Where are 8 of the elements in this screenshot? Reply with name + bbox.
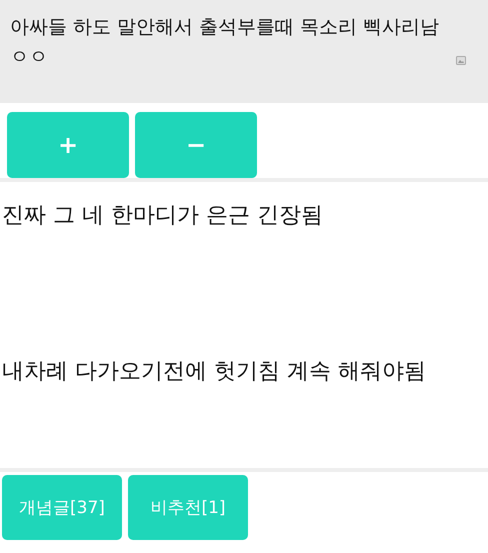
- upvote-button[interactable]: +: [7, 112, 129, 178]
- post-title: 아싸들 하도 말안해서 출석부를때 목소리 삑사리남 ㅇㅇ: [10, 15, 440, 70]
- body-text: 내차례 다가오기전에 헛기침 계속 해줘야됨: [2, 358, 427, 386]
- action-button[interactable]: 비추천[1]: [128, 475, 248, 540]
- image-attachment-icon: [456, 56, 466, 65]
- downvote-button[interactable]: −: [135, 112, 257, 178]
- body-text: 진짜 그 네 한마디가 은근 긴장됨: [2, 202, 324, 230]
- action-button[interactable]: 개념글[37]: [2, 475, 122, 540]
